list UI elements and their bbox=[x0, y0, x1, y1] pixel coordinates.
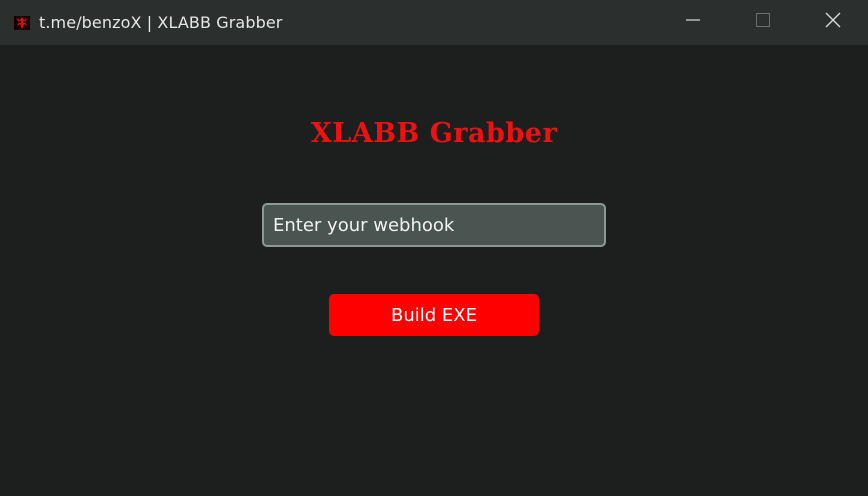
app-window: t.me/benzoX | XLABB Grabber XLABB Grabbe… bbox=[0, 0, 868, 496]
window-title: t.me/benzoX | XLABB Grabber bbox=[39, 13, 283, 32]
minimize-button[interactable] bbox=[658, 0, 728, 45]
close-icon bbox=[825, 12, 841, 33]
minimize-icon bbox=[686, 13, 700, 32]
red-skull-icon bbox=[13, 14, 31, 32]
maximize-icon bbox=[756, 13, 770, 32]
close-button[interactable] bbox=[798, 0, 868, 45]
webhook-input[interactable] bbox=[262, 203, 606, 247]
maximize-button[interactable] bbox=[728, 0, 798, 45]
app-heading: XLABB Grabber bbox=[310, 118, 558, 149]
title-bar[interactable]: t.me/benzoX | XLABB Grabber bbox=[0, 0, 868, 45]
build-exe-button[interactable]: Build EXE bbox=[329, 294, 539, 336]
window-controls bbox=[658, 0, 868, 45]
